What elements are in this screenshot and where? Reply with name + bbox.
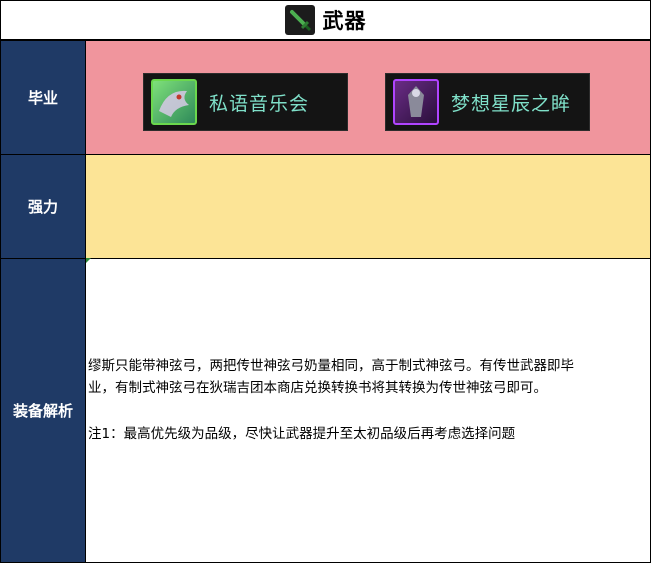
strong-cell [86, 155, 650, 258]
item-name: 私语音乐会 [209, 92, 310, 115]
analysis-line-2: 业，有制式神弦弓在狄瑞吉团本商店兑换转换书将其转换为传世神弦弓即可。 [88, 380, 547, 396]
row-label-text: 强力 [27, 198, 58, 216]
item-badge-whisper-concert[interactable]: 私语音乐会 [143, 73, 348, 131]
graduate-cell: 私语音乐会 梦想星辰之眸 [86, 41, 650, 154]
item-name: 梦想星辰之眸 [451, 92, 572, 115]
cell-comment-marker [86, 258, 91, 263]
row-label-graduate: 毕业 [1, 41, 86, 154]
armor-icon [393, 79, 439, 125]
analysis-cell [86, 259, 650, 562]
table-header: 武器 [1, 1, 650, 41]
row-label-strong: 强力 [1, 155, 86, 258]
sword-icon [284, 5, 315, 35]
item-badge-dream-star-eye[interactable]: 梦想星辰之眸 [385, 73, 590, 131]
row-label-analysis: 装备解析 [1, 259, 86, 562]
analysis-line-1: 缪斯只能带神弦弓，两把传世神弦弓奶量相同，高于制式神弦弓。有传世武器即毕 [88, 358, 574, 374]
row-label-text: 装备解析 [12, 402, 73, 420]
analysis-note: 注1：最高优先级为品级，尽快让武器提升至太初品级后再考虑选择问题 [88, 426, 516, 442]
dragon-icon [151, 79, 197, 125]
page-title: 武器 [322, 9, 367, 33]
row-label-text: 毕业 [27, 89, 58, 107]
